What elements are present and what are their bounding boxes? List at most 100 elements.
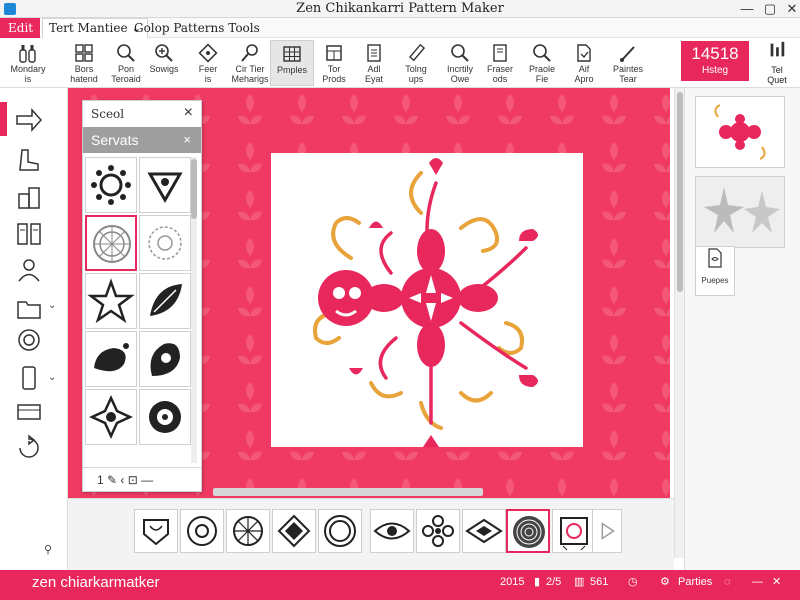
stencil-sun[interactable]: [85, 157, 137, 213]
chevron-down-icon[interactable]: ⌄: [48, 372, 56, 383]
preview-panel: Puepes: [684, 88, 800, 570]
motif-diamond[interactable]: [272, 509, 316, 553]
tool-9[interactable]: Tolng ups: [394, 40, 438, 86]
counter-value: 14518: [691, 44, 739, 63]
tool-3[interactable]: Sowigs: [142, 40, 186, 86]
preview-thumbnail-1[interactable]: [695, 96, 785, 168]
motif-flower[interactable]: [416, 509, 460, 553]
play-icon: [601, 522, 615, 540]
tool-label-11: Fraser ods: [486, 64, 513, 84]
stencil-paisley-2[interactable]: [139, 331, 191, 387]
tool-6[interactable]: Pmples: [270, 40, 314, 86]
tool-5[interactable]: Cir Tier Meharigs: [228, 40, 272, 86]
motif-eye[interactable]: [370, 509, 414, 553]
status-app-name: zen chiarkarmatker: [32, 574, 160, 591]
tool-0[interactable]: Mondary is: [6, 40, 50, 86]
stencil-scrollbar[interactable]: [191, 157, 197, 463]
lifebuoy-icon[interactable]: [14, 326, 48, 356]
tool-8[interactable]: Adl Eyat: [352, 40, 396, 86]
stencil-panel-subheader: Servats ×: [83, 127, 201, 153]
status-pages: 2/5: [546, 576, 562, 588]
stencil-mandala[interactable]: [139, 215, 191, 271]
close-icon[interactable]: ×: [184, 104, 193, 122]
folder-icon[interactable]: [14, 294, 48, 324]
document-card-label: Puepes: [701, 276, 729, 285]
stencil-grid: [85, 157, 191, 463]
menu-patterns-tools[interactable]: Golop Patterns Tools: [134, 18, 260, 38]
user-icon[interactable]: [14, 256, 48, 286]
card-icon[interactable]: [14, 398, 48, 428]
tool-13[interactable]: Aif Apro: [562, 40, 606, 86]
design-canvas[interactable]: [271, 153, 583, 450]
horizontal-scrollbar[interactable]: [213, 488, 483, 496]
stencil-star[interactable]: [85, 273, 137, 329]
brush-icon: [620, 46, 635, 62]
minimize-icon[interactable]: —: [735, 0, 759, 18]
stencil-panel: Sceol × Servats × 1 ✎ ‹ ⊡ —: [82, 100, 202, 492]
status-bar: zen chiarkarmatker 2015 ▮ 2/5 ▥ 561 ◷ ⚙ …: [0, 570, 800, 600]
counter-badge[interactable]: 14518 Hsteg: [681, 41, 749, 81]
tool-label-12: Praole Fie: [528, 64, 555, 84]
tool-label-8: Adl Eyat: [364, 64, 383, 84]
settings-icon: ⚙: [660, 576, 670, 588]
status-year: 2015: [500, 576, 525, 588]
status-close[interactable]: ✕: [772, 570, 781, 594]
motif-shield[interactable]: [134, 509, 178, 553]
title-bar: Zen Chikankarri Pattern Maker — ▢ ✕: [0, 0, 800, 18]
document-card[interactable]: Puepes: [695, 246, 735, 296]
stencil-heart[interactable]: [139, 157, 191, 213]
motif-frame[interactable]: [552, 509, 596, 553]
stencil-paisley[interactable]: [85, 331, 137, 387]
tool-label-14: Paintes Tear: [612, 64, 644, 84]
clock-icon: ◷: [628, 576, 638, 588]
left-toolstrip: ⌄ ⌄ ⚲: [0, 88, 68, 570]
phone-icon[interactable]: [14, 364, 48, 394]
stencil-flower[interactable]: [85, 389, 137, 445]
stencil-leaf[interactable]: [139, 273, 191, 329]
chevron-down-icon[interactable]: ⌄: [48, 300, 56, 311]
align-icon[interactable]: [14, 220, 48, 250]
file-icon: [577, 44, 591, 62]
motif-wheel[interactable]: [226, 509, 270, 553]
tool-4[interactable]: Feer is: [186, 40, 230, 86]
motif-spiral[interactable]: [506, 509, 550, 553]
stencil-rosette[interactable]: [139, 389, 191, 445]
tool-label-9: Tolng ups: [405, 64, 427, 84]
tool-12[interactable]: Praole Fie: [520, 40, 564, 86]
stencil-wheel[interactable]: [85, 215, 137, 271]
counter-label: Hsteg: [701, 65, 729, 76]
status-code: 561: [590, 576, 609, 588]
vertical-scrollbar[interactable]: [674, 88, 684, 558]
menu-tab[interactable]: Tert Mantiee ⌄: [42, 18, 149, 38]
boot-icon[interactable]: [14, 146, 48, 176]
preview-thumbnail-2[interactable]: [695, 176, 785, 248]
status-mode[interactable]: Parties: [678, 570, 712, 594]
close-icon[interactable]: ×: [183, 127, 191, 153]
motif-lozenge[interactable]: [462, 509, 506, 553]
pin-icon[interactable]: ⚲: [44, 543, 52, 556]
table-icon: [283, 46, 301, 62]
menu-tab-label: Tert Mantiee: [49, 21, 128, 35]
tool-11[interactable]: Fraser ods: [478, 40, 522, 86]
next-motif-button[interactable]: [592, 509, 622, 553]
rotate-icon[interactable]: [14, 434, 48, 464]
close-icon[interactable]: ✕: [780, 0, 800, 18]
zoom-in-icon: [451, 44, 469, 62]
tool-right[interactable]: Tel Quet: [762, 40, 792, 85]
menu-edit[interactable]: Edit: [0, 18, 40, 38]
tool-7[interactable]: Tor Prods: [312, 40, 356, 86]
tool-1[interactable]: Bors hatend: [62, 40, 106, 86]
layers-icon[interactable]: [14, 184, 48, 214]
motif-ring[interactable]: [318, 509, 362, 553]
tool-10[interactable]: Incrtily Owe: [438, 40, 482, 86]
tool-14[interactable]: Paintes Tear: [606, 40, 650, 86]
status-minimize[interactable]: —: [752, 570, 763, 594]
motif-circle[interactable]: [180, 509, 224, 553]
tool-label-5: Cir Tier Meharigs: [231, 64, 269, 84]
circle-icon: ◌: [724, 576, 731, 588]
arrow-right-icon[interactable]: [14, 106, 48, 136]
stencil-panel-footer[interactable]: 1 ✎ ‹ ⊡ —: [83, 467, 201, 491]
maximize-icon[interactable]: ▢: [758, 0, 782, 18]
tool-label-3: Sowigs: [149, 64, 179, 74]
left-active-tab[interactable]: [0, 102, 7, 136]
